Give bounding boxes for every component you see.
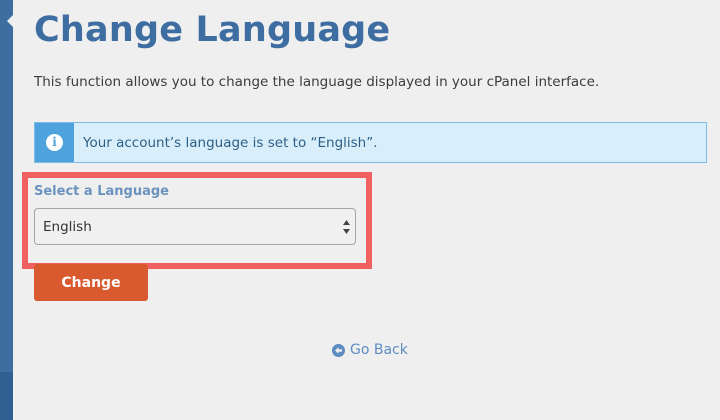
page-description: This function allows you to change the l… <box>34 74 600 90</box>
go-back-label: Go Back <box>350 342 408 358</box>
language-info-alert: i Your account’s language is set to “Eng… <box>34 122 707 163</box>
select-language-label: Select a Language <box>34 184 169 199</box>
select-arrows-icon <box>343 220 350 234</box>
sidebar-lower-item[interactable] <box>0 372 13 420</box>
page-title: Change Language <box>34 10 391 50</box>
left-sidebar <box>0 0 13 420</box>
language-select[interactable]: English <box>34 208 356 245</box>
selected-language: English <box>43 218 92 235</box>
arrow-left-circle-icon <box>332 343 345 357</box>
sidebar-notch <box>7 14 14 28</box>
go-back-link[interactable]: Go Back <box>332 342 408 358</box>
alert-icon-box: i <box>35 123 74 162</box>
alert-text: Your account’s language is set to “Engli… <box>83 134 378 151</box>
change-button[interactable]: Change <box>34 264 148 301</box>
info-icon: i <box>46 134 63 151</box>
